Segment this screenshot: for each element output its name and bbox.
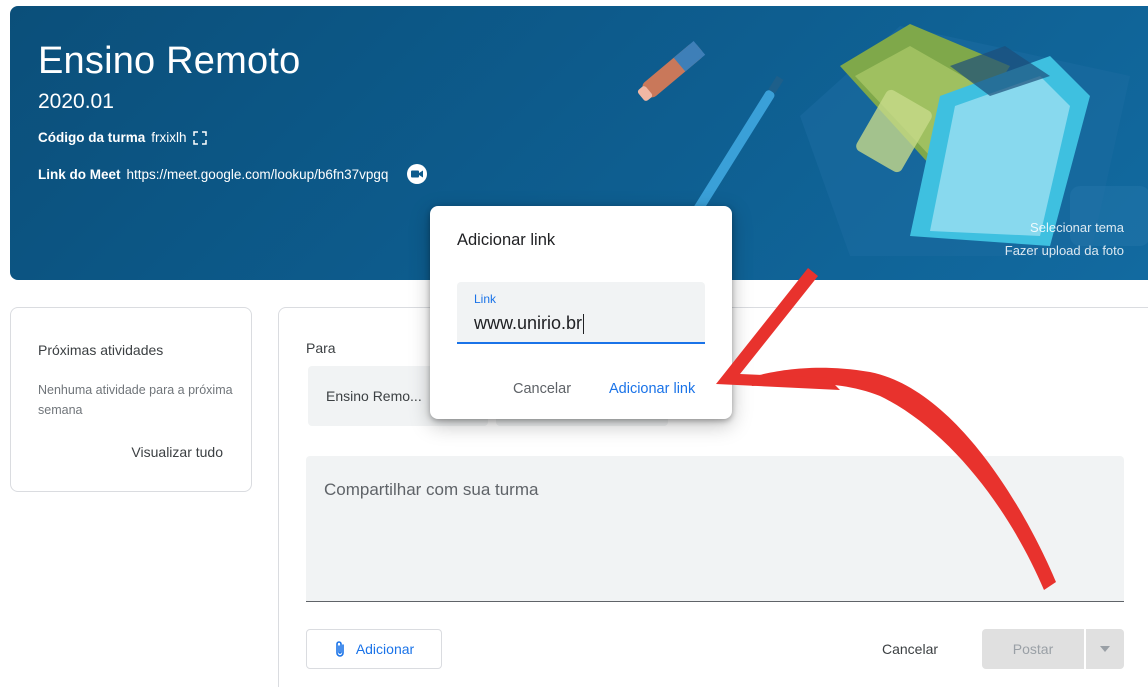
paperclip-icon xyxy=(336,641,344,657)
meet-label: Link do Meet xyxy=(38,166,121,182)
attach-button-label: Adicionar xyxy=(355,641,415,657)
class-select-value: Ensino Remo... xyxy=(326,388,422,404)
share-textarea[interactable]: Compartilhar com sua turma xyxy=(306,456,1124,602)
link-field-label: Link xyxy=(474,292,497,306)
class-title: Ensino Remoto xyxy=(38,40,301,82)
dialog-add-link-button[interactable]: Adicionar link xyxy=(609,381,695,397)
upcoming-heading: Próximas atividades xyxy=(38,342,164,358)
post-options-button[interactable] xyxy=(1086,629,1124,669)
fullscreen-bracket-icon[interactable] xyxy=(192,130,207,145)
triangle-down-icon xyxy=(1100,646,1110,652)
class-code-value: frxixlh xyxy=(151,130,187,145)
dialog-cancel-button[interactable]: Cancelar xyxy=(513,381,571,397)
dialog-title: Adicionar link xyxy=(457,231,556,249)
share-placeholder: Compartilhar com sua turma xyxy=(324,480,539,499)
add-link-dialog: Adicionar link Link www.unirio.br Cancel… xyxy=(430,206,732,419)
meet-url[interactable]: https://meet.google.com/lookup/b6fn37vpg… xyxy=(127,167,389,182)
upcoming-empty-text: Nenhuma atividade para a próxima semana xyxy=(38,383,233,417)
select-theme-link[interactable]: Selecionar tema xyxy=(1030,220,1124,235)
meet-link-row: Link do Meet https://meet.google.com/loo… xyxy=(38,163,428,185)
for-label: Para xyxy=(306,340,336,356)
post-button[interactable]: Postar xyxy=(982,629,1084,669)
link-field-value: www.unirio.br xyxy=(474,313,583,333)
class-code-row: Código da turma frxixlh xyxy=(38,130,207,145)
cancel-post-button[interactable]: Cancelar xyxy=(862,629,958,669)
attach-button[interactable]: Adicionar xyxy=(306,629,442,669)
class-section: 2020.01 xyxy=(38,90,114,113)
view-all-link[interactable]: Visualizar tudo xyxy=(131,444,223,460)
upcoming-card: Próximas atividades Nenhuma atividade pa… xyxy=(10,307,252,492)
class-code-label: Código da turma xyxy=(38,130,146,145)
upload-photo-link[interactable]: Fazer upload da foto xyxy=(1005,243,1124,258)
video-camera-icon[interactable] xyxy=(406,163,428,185)
link-field[interactable]: Link www.unirio.br xyxy=(457,282,705,344)
